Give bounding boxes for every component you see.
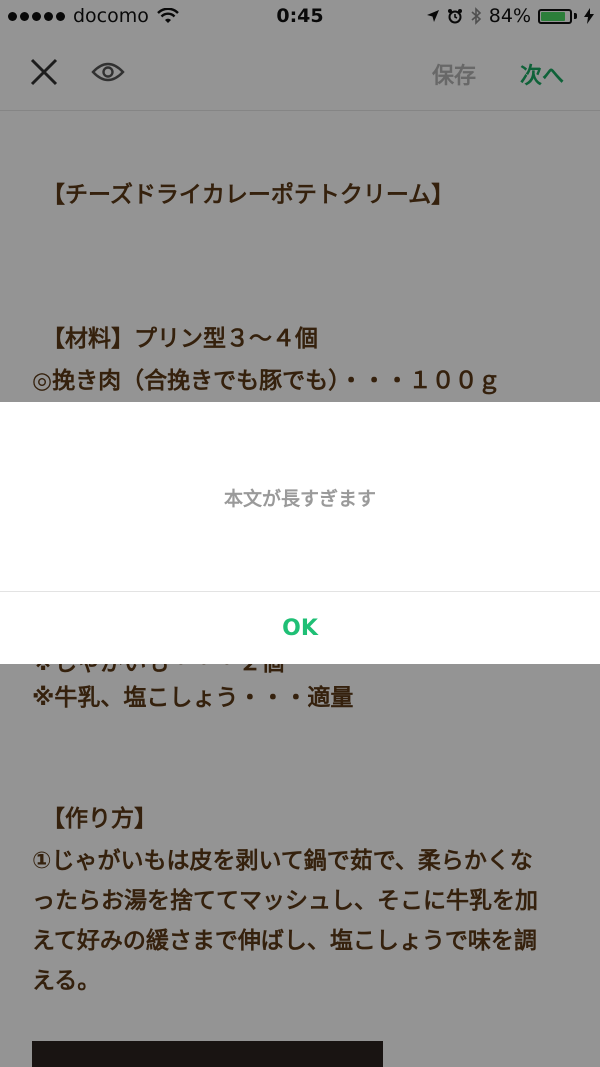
ok-button[interactable]: OK <box>0 592 600 664</box>
alert-message: 本文が長すぎます <box>223 488 376 510</box>
alert-dialog: 本文が長すぎます OK <box>0 402 600 664</box>
